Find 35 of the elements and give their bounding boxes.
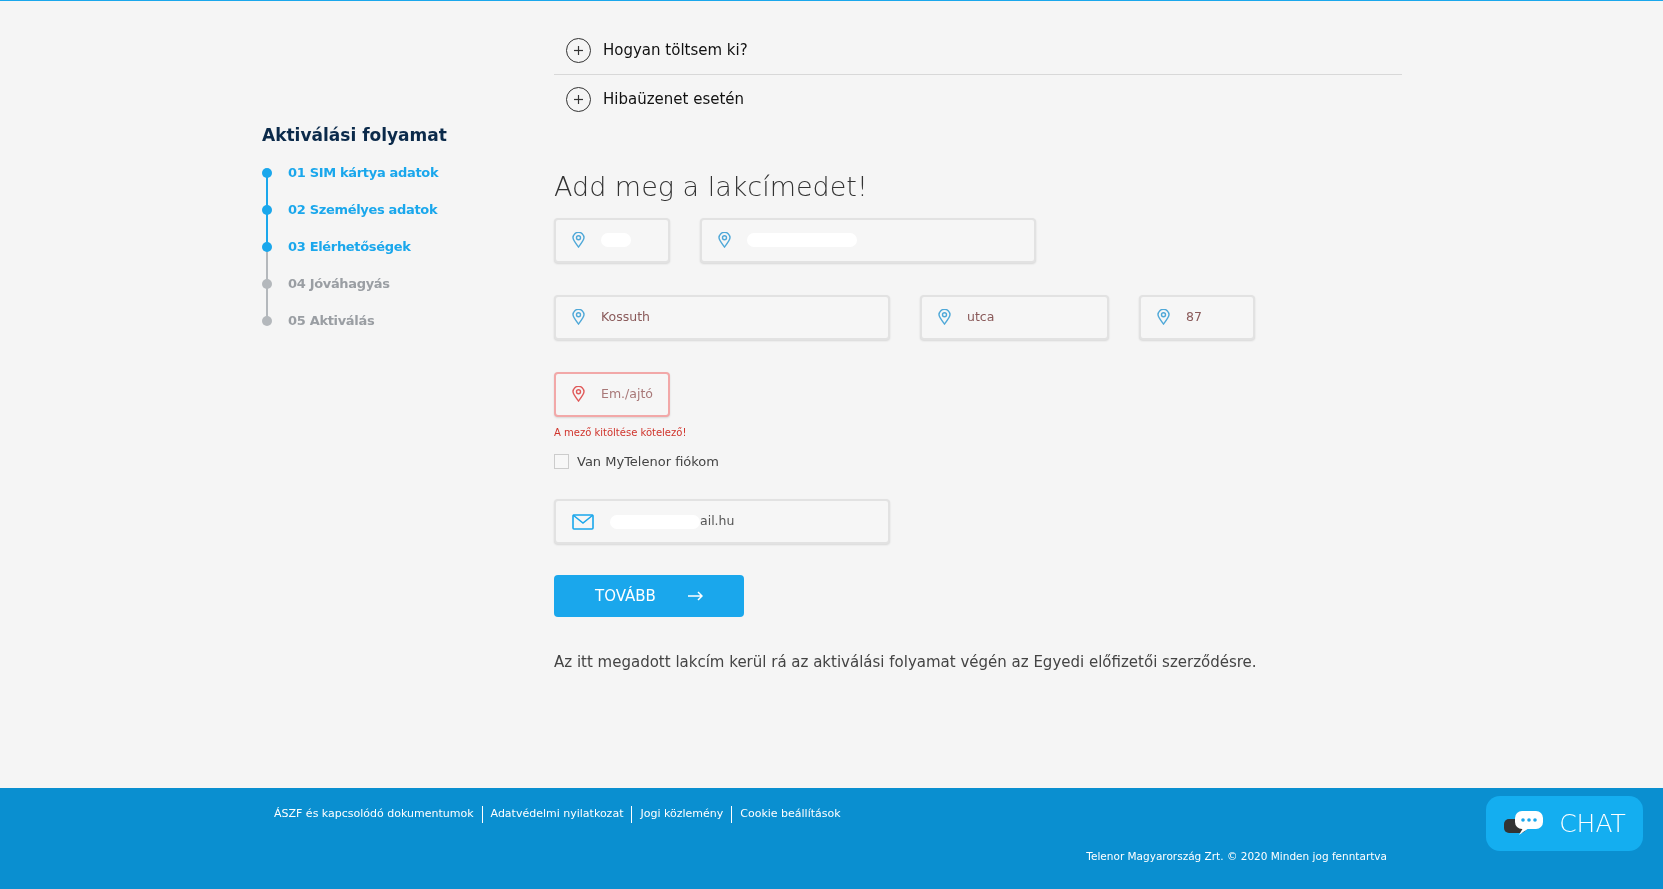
accordion-item[interactable]: Hogyan töltsem ki? (554, 27, 1402, 75)
envelope-icon (572, 513, 594, 530)
arrow-right-icon (687, 591, 703, 601)
step-link[interactable]: 03 Elérhetőségek (288, 237, 411, 257)
input-field[interactable]: Kossuth (554, 294, 890, 340)
checkbox-label: Van MyTelenor fiókom (577, 452, 719, 471)
step-link[interactable]: 05 Aktiválás (288, 311, 375, 331)
step-link[interactable]: 01 SIM kártya adatok (288, 163, 439, 183)
location-pin-icon (572, 309, 585, 325)
location-pin-icon (572, 386, 585, 402)
input-field[interactable]: 87 (1139, 294, 1255, 340)
input-field[interactable]: Em./ajtó (554, 371, 670, 417)
step-link[interactable]: 02 Személyes adatok (288, 200, 438, 220)
input-field[interactable]: utca (920, 294, 1109, 340)
input-field[interactable]: ail.hu (554, 499, 890, 544)
location-pin-icon (718, 232, 731, 248)
location-pin-icon (572, 232, 585, 248)
copyright-text: Telenor Magyarország Zrt. © 2020 Minden jog fenntartva (1086, 848, 1387, 864)
footer-link[interactable]: Adatvédelmi nyilatkozat (481, 806, 632, 823)
input-field[interactable] (700, 217, 1036, 263)
next-button[interactable]: TOVÁBB (554, 575, 744, 617)
location-pin-icon (1157, 309, 1170, 325)
error-message: A mező kitöltése kötelező! (554, 425, 687, 440)
location-pin-icon (938, 309, 951, 325)
info-text: Az itt megadott lakcím kerül rá az aktiválási folyamat végén az Egyedi előfizetői szerződésre. (554, 652, 1258, 673)
accordion-item[interactable]: Hibaüzenet esetén (554, 75, 1402, 123)
chat-button[interactable]: CHAT (1486, 796, 1643, 851)
footer-link[interactable]: Jogi közlemény (631, 806, 732, 823)
footer-link[interactable]: Cookie beállítások (731, 806, 849, 823)
sidebar-title: Aktiválási folyamat (262, 124, 448, 147)
input-field[interactable] (554, 217, 670, 263)
footer-link[interactable]: ÁSZF és kapcsolódó dokumentumok (274, 806, 482, 823)
checkbox[interactable] (554, 453, 569, 469)
form-title: Add meg a lakcímedet! (554, 170, 869, 204)
step-link[interactable]: 04 Jóváhagyás (288, 274, 390, 294)
